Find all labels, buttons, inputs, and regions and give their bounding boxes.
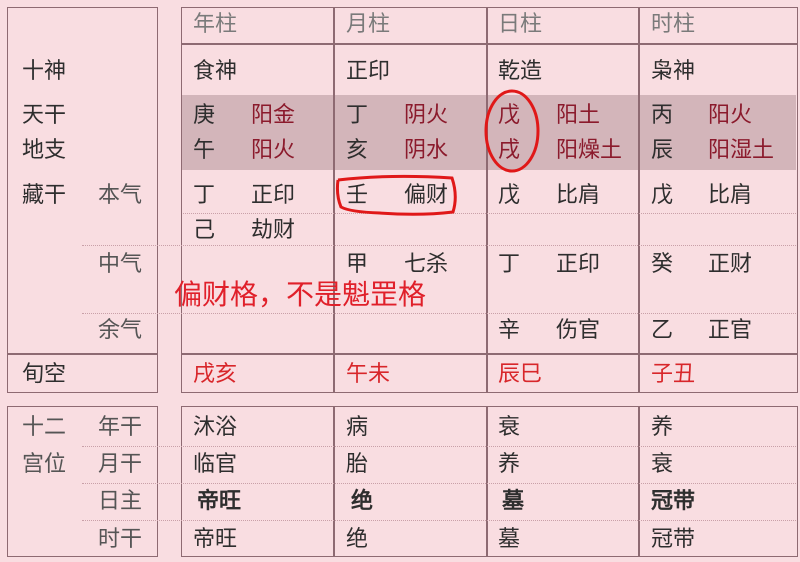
branch-cell: 亥	[346, 138, 369, 163]
dotted-divider	[82, 483, 796, 484]
shishen-cell: 枭神	[651, 59, 696, 84]
dotted-divider	[183, 213, 796, 214]
branch-cell: 戌	[498, 138, 521, 163]
zhongqi-stem: 癸	[651, 252, 674, 277]
stem-cell: 丁	[346, 103, 369, 128]
label-canggan: 藏干	[22, 183, 67, 208]
stem-element: 阳金	[251, 103, 296, 128]
header-year-pillar: 年柱	[193, 12, 238, 37]
divider	[7, 353, 158, 355]
annotation-note: 偏财格，不是魁罡格	[174, 278, 427, 311]
divider	[486, 406, 488, 557]
yuqi-god: 伤官	[556, 318, 601, 343]
stage-cell: 墓	[498, 527, 521, 552]
label-shier: 十二	[22, 415, 67, 440]
branch-element: 阳湿土	[708, 138, 775, 163]
label-ri-zhu: 日主	[98, 489, 143, 514]
zhongqi-god: 正印	[556, 252, 601, 277]
xunkong-cell: 辰巳	[498, 362, 543, 387]
stage-cell: 养	[498, 452, 521, 477]
yuqi-stem: 乙	[651, 318, 674, 343]
benqi-stem: 己	[193, 218, 216, 243]
label-yue-gan: 月干	[98, 452, 143, 477]
label-gongwei: 宫位	[22, 452, 67, 477]
stage-cell: 胎	[346, 452, 369, 477]
benqi-god: 正印	[251, 183, 296, 208]
stem-element: 阳土	[556, 103, 601, 128]
yuqi-god: 正官	[708, 318, 753, 343]
divider	[333, 406, 335, 557]
stem-element: 阴火	[404, 103, 449, 128]
dotted-divider	[82, 313, 796, 314]
stage-cell: 冠带	[651, 527, 696, 552]
divider	[181, 353, 798, 355]
xunkong-cell: 午未	[346, 362, 391, 387]
stage-cell: 病	[346, 415, 369, 440]
xunkong-cell: 戌亥	[193, 362, 238, 387]
divider	[638, 406, 640, 557]
stage-cell-day-master: 帝旺	[197, 489, 242, 514]
benqi-god: 偏财	[404, 183, 449, 208]
divider	[486, 7, 488, 393]
pillar-table-bottom	[181, 406, 798, 557]
header-month-pillar: 月柱	[346, 12, 391, 37]
divider	[638, 7, 640, 393]
header-hour-pillar: 时柱	[651, 12, 696, 37]
stem-cell: 戊	[498, 103, 521, 128]
branch-cell: 辰	[651, 138, 674, 163]
label-xunkong: 旬空	[22, 362, 67, 387]
stage-cell: 衰	[498, 415, 521, 440]
stage-cell-day-master: 墓	[502, 489, 525, 514]
benqi-stem: 丁	[193, 183, 216, 208]
zhongqi-god: 正财	[708, 252, 753, 277]
stage-cell: 沐浴	[193, 415, 238, 440]
branch-cell: 午	[193, 138, 216, 163]
stem-element: 阳火	[708, 103, 753, 128]
divider	[333, 7, 335, 393]
benqi-god: 劫财	[251, 218, 296, 243]
shishen-cell: 正印	[346, 59, 391, 84]
yuqi-stem: 辛	[498, 318, 521, 343]
stage-cell: 帝旺	[193, 527, 238, 552]
label-yuqi: 余气	[98, 318, 143, 343]
benqi-stem: 壬	[346, 183, 369, 208]
zhongqi-god: 七杀	[404, 252, 449, 277]
branch-element: 阳火	[251, 138, 296, 163]
bazi-chart: 十神 天干 地支 藏干 本气 中气 余气 旬空 十二 宫位 年干 月干 日主 时…	[0, 0, 800, 562]
stage-cell: 绝	[346, 527, 369, 552]
dotted-divider	[82, 245, 796, 246]
stem-cell: 庚	[193, 103, 216, 128]
stage-cell-day-master: 冠带	[651, 489, 696, 514]
zhongqi-stem: 甲	[346, 252, 369, 277]
divider	[181, 43, 798, 45]
benqi-stem: 戊	[498, 183, 521, 208]
label-shishen: 十神	[22, 59, 67, 84]
stage-cell-day-master: 绝	[351, 489, 374, 514]
shishen-cell: 乾造	[498, 59, 543, 84]
branch-element: 阴水	[404, 138, 449, 163]
benqi-stem: 戊	[651, 183, 674, 208]
label-nian-gan: 年干	[98, 415, 143, 440]
label-zhongqi: 中气	[98, 252, 143, 277]
benqi-god: 比肩	[556, 183, 601, 208]
stage-cell: 衰	[651, 452, 674, 477]
xunkong-cell: 子丑	[651, 362, 696, 387]
label-benqi: 本气	[98, 183, 143, 208]
label-dizhi: 地支	[22, 138, 67, 163]
stage-cell: 临官	[193, 452, 238, 477]
label-shi-gan: 时干	[98, 527, 143, 552]
stage-cell: 养	[651, 415, 674, 440]
shishen-cell: 食神	[193, 59, 238, 84]
dotted-divider	[82, 446, 796, 447]
header-day-pillar: 日柱	[498, 12, 543, 37]
zhongqi-stem: 丁	[498, 252, 521, 277]
branch-element: 阳燥土	[556, 138, 623, 163]
benqi-god: 比肩	[708, 183, 753, 208]
dotted-divider	[82, 520, 796, 521]
label-tiangan: 天干	[22, 103, 67, 128]
stem-cell: 丙	[651, 103, 674, 128]
